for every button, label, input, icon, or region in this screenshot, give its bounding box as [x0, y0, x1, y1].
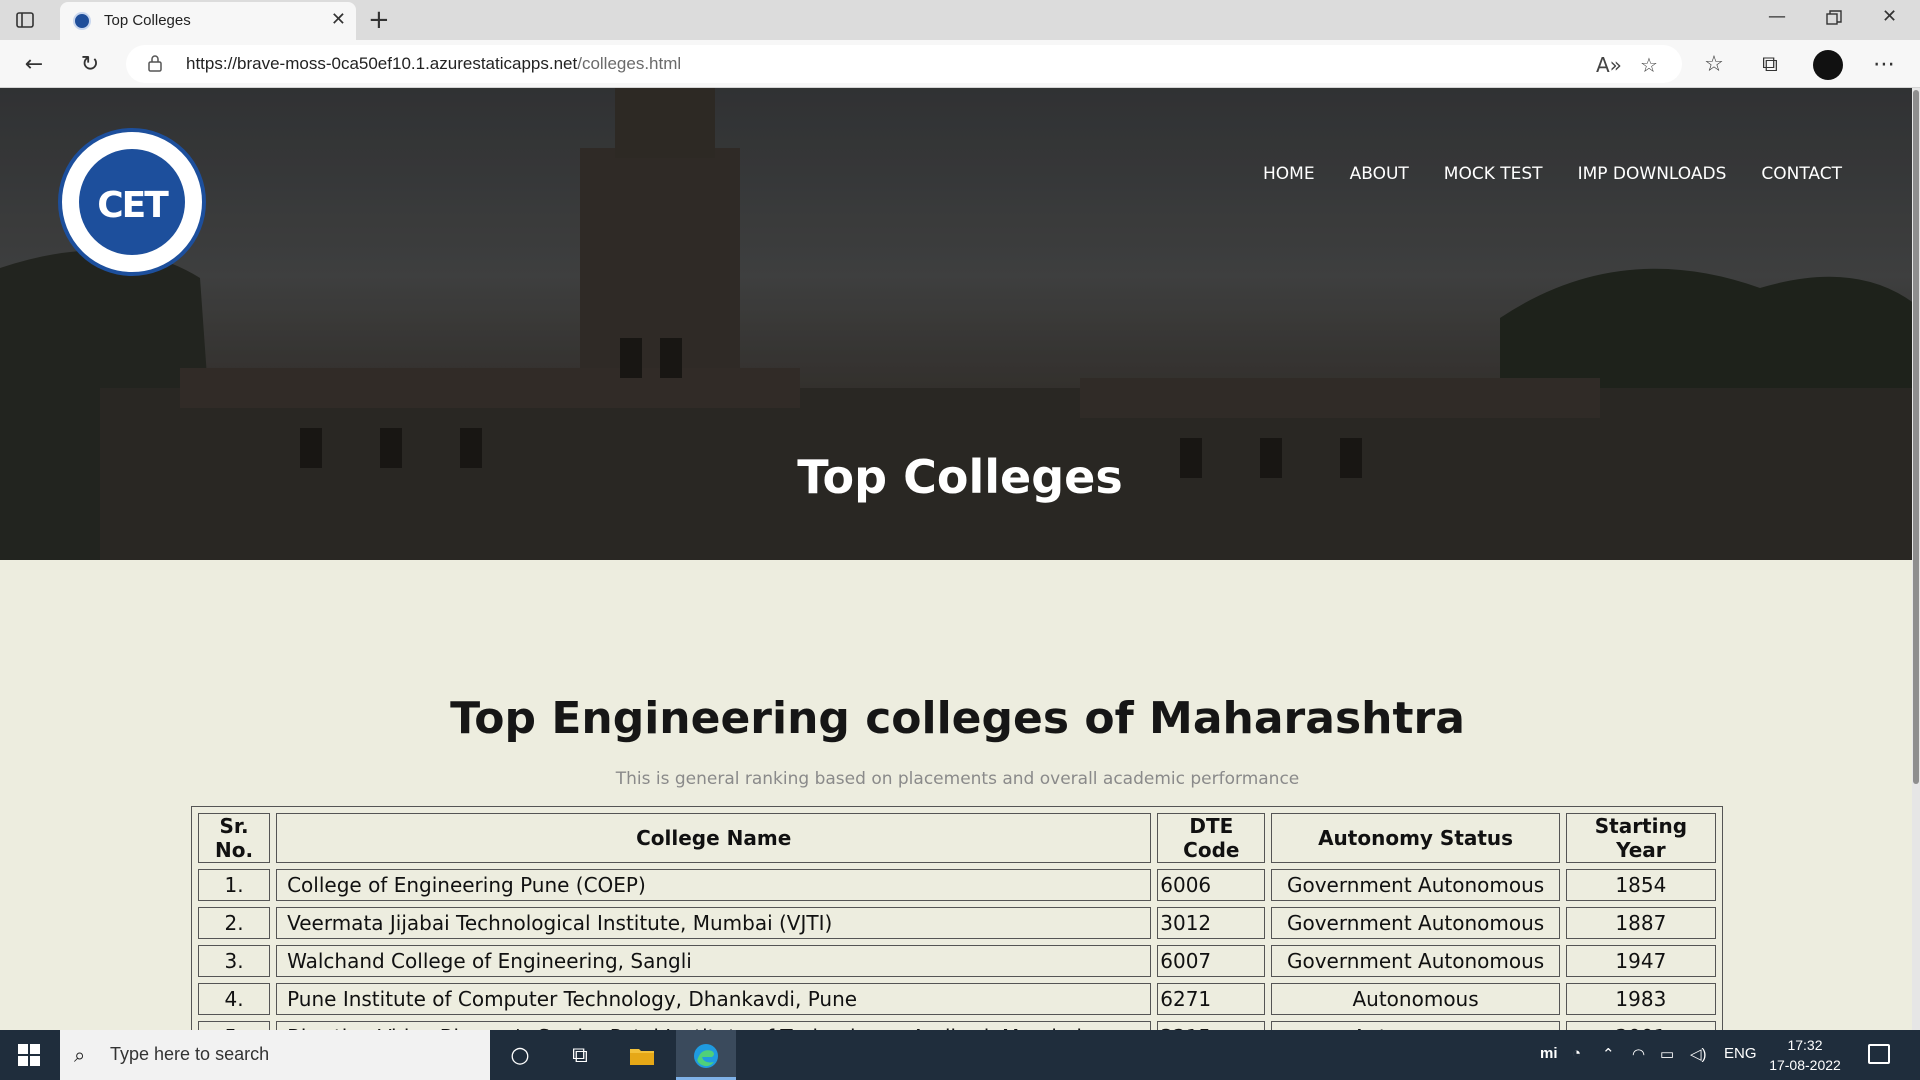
scrollbar-thumb[interactable] [1913, 90, 1919, 784]
cell-dte-code: 3012 [1157, 907, 1266, 939]
cell-starting-year: 1887 [1565, 907, 1716, 939]
cell-starting-year: 1983 [1565, 983, 1716, 1015]
nav-about[interactable]: ABOUT [1350, 164, 1409, 184]
cell-college-name: Walchand College of Engineering, Sangli [276, 945, 1152, 977]
site-favicon-icon [73, 12, 91, 30]
cell-college-name: Veermata Jijabai Technological Institute… [276, 907, 1152, 939]
volume-icon[interactable]: ◁) [1690, 1045, 1707, 1063]
hero-title: Top Colleges [797, 450, 1123, 504]
table-row: 1. College of Engineering Pune (COEP) 60… [198, 869, 1716, 901]
cell-college-name: College of Engineering Pune (COEP) [276, 869, 1152, 901]
add-favorite-icon[interactable]: ☆ [1640, 53, 1658, 77]
file-explorer-icon[interactable] [628, 1042, 656, 1070]
clock-time: 17:32 [1787, 1037, 1823, 1053]
col-sr-no: Sr. No. [198, 813, 271, 863]
new-tab-button[interactable]: + [368, 5, 390, 35]
nav-imp-downloads[interactable]: IMP DOWNLOADS [1578, 164, 1727, 184]
cell-dte-code: 6271 [1157, 983, 1266, 1015]
cell-dte-code: 6007 [1157, 945, 1266, 977]
cell-starting-year: 1854 [1565, 869, 1716, 901]
main-nav: HOME ABOUT MOCK TEST IMP DOWNLOADS CONTA… [1263, 164, 1842, 184]
language-indicator[interactable]: ENG [1724, 1045, 1757, 1062]
browser-toolbar: ← ↻ https://brave-moss-0ca50ef10.1.azure… [0, 40, 1920, 88]
tab-title: Top Colleges [104, 12, 191, 29]
url-path: /colleges.html [577, 54, 682, 73]
close-tab-icon[interactable]: ✕ [331, 10, 346, 30]
nav-contact[interactable]: CONTACT [1761, 164, 1842, 184]
table-row: 3. Walchand College of Engineering, Sang… [198, 945, 1716, 977]
battery-icon[interactable]: ▭ [1660, 1045, 1674, 1063]
sync-tray-icon[interactable]: ◔ [1572, 1045, 1581, 1062]
taskbar-search-box[interactable]: ⌕ Type here to search [60, 1030, 490, 1080]
cell-sr-no: 4. [198, 983, 271, 1015]
page-subtitle: This is general ranking based on placeme… [615, 769, 1300, 789]
hero-banner: CET HOME ABOUT MOCK TEST IMP DOWNLOADS C… [0, 88, 1920, 560]
url-text[interactable]: https://brave-moss-0ca50ef10.1.azurestat… [186, 54, 681, 74]
col-starting-year: Starting Year [1565, 813, 1716, 863]
table-row: 4. Pune Institute of Computer Technology… [198, 983, 1716, 1015]
windows-start-icon[interactable] [18, 1044, 40, 1066]
taskbar-clock[interactable]: 17:32 17-08-2022 [1760, 1035, 1850, 1075]
cell-autonomy-status: Autonomous [1271, 983, 1560, 1015]
mi-tray-icon[interactable]: mi [1540, 1045, 1558, 1062]
col-college-name: College Name [276, 813, 1152, 863]
tab-actions-icon[interactable] [14, 9, 36, 31]
cell-dte-code: 6006 [1157, 869, 1266, 901]
cell-sr-no: 3. [198, 945, 271, 977]
profile-avatar[interactable] [1813, 50, 1843, 80]
main-content: Top Engineering colleges of Maharashtra … [0, 560, 1920, 1060]
colleges-table: Sr. No. College Name DTE Code Autonomy S… [192, 807, 1722, 1059]
cell-college-name: Pune Institute of Computer Technology, D… [276, 983, 1152, 1015]
cell-sr-no: 2. [198, 907, 271, 939]
refresh-icon[interactable]: ↻ [76, 50, 104, 78]
cortana-icon[interactable]: ○ [506, 1042, 534, 1070]
url-host: https://brave-moss-0ca50ef10.1.azurestat… [186, 54, 578, 73]
search-icon: ⌕ [74, 1043, 86, 1067]
edge-browser-icon[interactable] [692, 1042, 720, 1070]
browser-tab[interactable]: Top Colleges ✕ [60, 2, 356, 40]
cell-sr-no: 1. [198, 869, 271, 901]
more-options-icon[interactable]: ⋯ [1870, 50, 1898, 78]
colleges-table-wrapper: Sr. No. College Name DTE Code Autonomy S… [191, 806, 1723, 1060]
search-placeholder: Type here to search [110, 1044, 270, 1064]
logo-text: CET [97, 185, 169, 226]
cell-autonomy-status: Government Autonomous [1271, 907, 1560, 939]
clock-date: 17-08-2022 [1769, 1057, 1841, 1073]
network-icon[interactable]: ◠ [1632, 1045, 1645, 1063]
cell-autonomy-status: Government Autonomous [1271, 945, 1560, 977]
back-arrow-icon[interactable]: ← [20, 50, 48, 78]
table-row: 2. Veermata Jijabai Technological Instit… [198, 907, 1716, 939]
browser-tab-strip: Top Colleges ✕ + — ✕ [0, 0, 1920, 40]
chevron-up-icon[interactable]: ⌃ [1602, 1045, 1615, 1063]
table-header-row: Sr. No. College Name DTE Code Autonomy S… [198, 813, 1716, 863]
cell-autonomy-status: Government Autonomous [1271, 869, 1560, 901]
lock-icon [148, 55, 162, 72]
notification-center-icon[interactable] [1868, 1044, 1890, 1064]
col-dte-code: DTE Code [1157, 813, 1266, 863]
col-autonomy-status: Autonomy Status [1271, 813, 1560, 863]
page-heading: Top Engineering colleges of Maharashtra [450, 693, 1465, 744]
close-window-icon[interactable]: ✕ [1882, 6, 1897, 27]
logo-emblem: CET [79, 149, 185, 255]
minimize-icon[interactable]: — [1768, 6, 1786, 27]
nav-home[interactable]: HOME [1263, 164, 1315, 184]
cet-logo[interactable]: CET [58, 128, 206, 276]
restore-icon[interactable] [1826, 10, 1842, 26]
read-aloud-icon[interactable]: A» [1596, 53, 1622, 77]
collections-icon[interactable]: ⧉ [1756, 50, 1784, 78]
cell-starting-year: 1947 [1565, 945, 1716, 977]
task-view-icon[interactable]: ⧉ [566, 1042, 594, 1070]
favorites-icon[interactable]: ☆ [1700, 50, 1728, 78]
address-bar[interactable]: https://brave-moss-0ca50ef10.1.azurestat… [126, 45, 1682, 83]
nav-mock-test[interactable]: MOCK TEST [1444, 164, 1543, 184]
windows-taskbar: ⌕ Type here to search ○ ⧉ mi ◔ ⌃ ◠ ▭ ◁) … [0, 1030, 1920, 1080]
